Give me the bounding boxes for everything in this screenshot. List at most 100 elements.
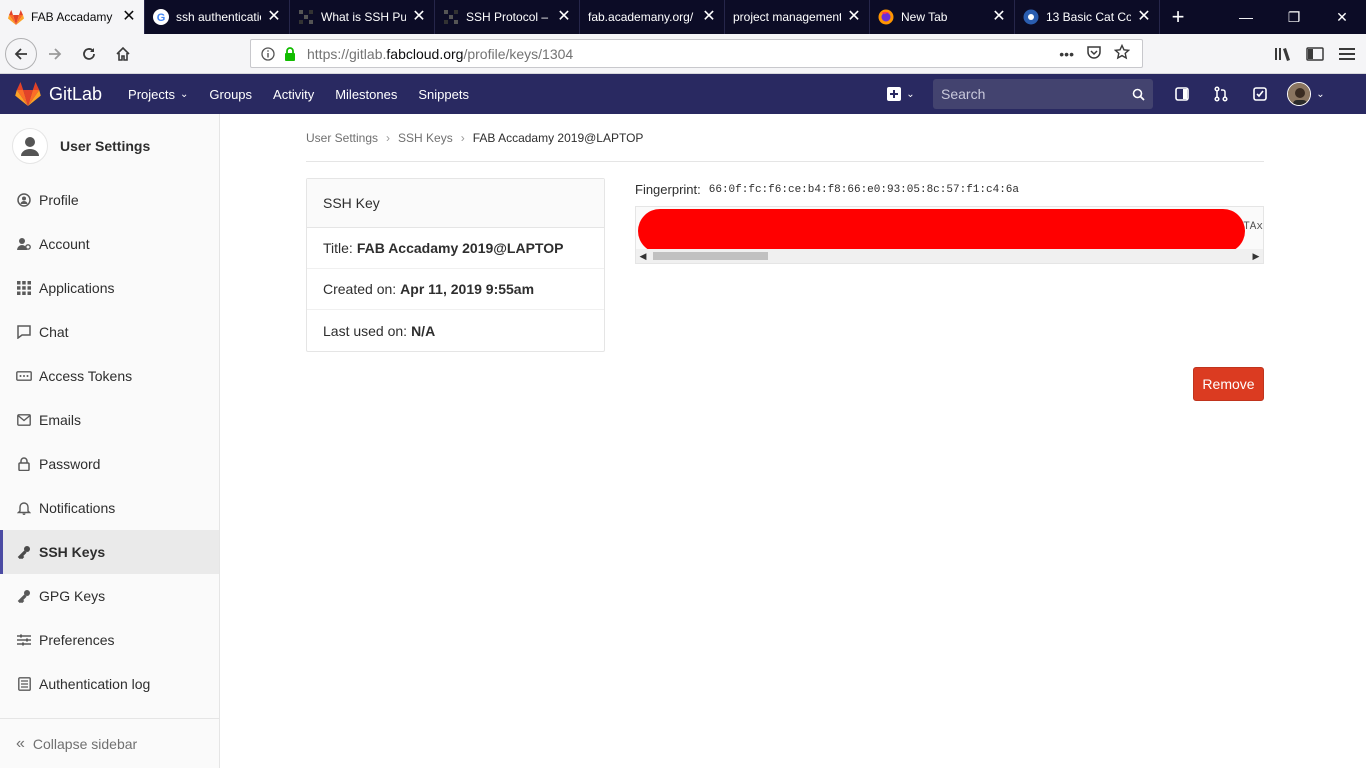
sidebar-item-emails[interactable]: Emails bbox=[0, 398, 219, 442]
home-button[interactable] bbox=[107, 38, 139, 70]
tab-6[interactable]: New Tab ✕ bbox=[870, 0, 1015, 34]
menu-groups[interactable]: Groups bbox=[209, 87, 252, 102]
fingerprint-label: Fingerprint: bbox=[635, 182, 701, 197]
close-icon[interactable]: ✕ bbox=[1137, 9, 1151, 25]
home-icon bbox=[116, 46, 130, 61]
merge-requests-button[interactable] bbox=[1206, 79, 1236, 109]
tab-1[interactable]: G ssh authentication ✕ bbox=[145, 0, 290, 34]
new-tab-button[interactable]: + bbox=[1160, 0, 1196, 34]
sidebar-toggle-icon[interactable] bbox=[1304, 43, 1326, 65]
sidebar-item-applications[interactable]: Applications bbox=[0, 266, 219, 310]
scroll-left-arrow-icon[interactable]: ◀ bbox=[636, 249, 650, 263]
tab-4[interactable]: fab.academany.org/ ✕ bbox=[580, 0, 725, 34]
todos-button[interactable] bbox=[1245, 79, 1275, 109]
sidebar-item-label: SSH Keys bbox=[39, 544, 106, 560]
user-menu-button[interactable]: ⌄ bbox=[1284, 79, 1328, 109]
more-actions-icon[interactable]: ••• bbox=[1059, 46, 1074, 62]
public-key-text[interactable]: TAx ◀ ▶ bbox=[635, 206, 1264, 264]
gitlab-logo[interactable]: GitLab bbox=[15, 82, 102, 106]
sidebar-item-label: Applications bbox=[39, 280, 115, 296]
breadcrumb-user-settings[interactable]: User Settings bbox=[306, 131, 378, 145]
close-icon[interactable]: ✕ bbox=[702, 9, 716, 25]
tab-2[interactable]: What is SSH Public Key ✕ bbox=[290, 0, 435, 34]
close-icon[interactable]: ✕ bbox=[847, 9, 861, 25]
url-prefix: https://gitlab. bbox=[307, 45, 387, 62]
back-button[interactable] bbox=[5, 37, 37, 70]
menu-snippets[interactable]: Snippets bbox=[418, 87, 469, 102]
scrollbar-thumb[interactable] bbox=[653, 252, 768, 260]
menu-milestones[interactable]: Milestones bbox=[335, 87, 397, 102]
reload-button[interactable] bbox=[73, 38, 105, 70]
sidebar-item-preferences[interactable]: Preferences bbox=[0, 618, 219, 662]
reload-icon bbox=[83, 47, 95, 60]
collapse-sidebar-button[interactable]: « Collapse sidebar bbox=[0, 718, 219, 768]
tab-5[interactable]: project management ✕ bbox=[725, 0, 870, 34]
close-icon[interactable]: ✕ bbox=[122, 9, 136, 25]
scroll-right-arrow-icon[interactable]: ▶ bbox=[1249, 249, 1263, 263]
new-item-button[interactable]: ⌄ bbox=[881, 79, 921, 109]
checkbox-icon bbox=[1253, 87, 1267, 101]
sidebar-item-label: Preferences bbox=[39, 632, 115, 648]
key-icon bbox=[16, 544, 32, 560]
pocket-icon[interactable] bbox=[1086, 45, 1102, 63]
close-icon[interactable]: ✕ bbox=[412, 9, 426, 25]
minimize-icon[interactable]: — bbox=[1222, 0, 1270, 34]
email-icon bbox=[16, 412, 32, 428]
library-icon[interactable] bbox=[1272, 43, 1294, 65]
sidebar-title: User Settings bbox=[60, 138, 151, 154]
sidebar-item-ssh-keys[interactable]: SSH Keys bbox=[0, 530, 219, 574]
sidebar-header[interactable]: User Settings bbox=[0, 114, 219, 178]
close-window-icon[interactable]: ✕ bbox=[1318, 0, 1366, 34]
tab-0[interactable]: FAB Accadamy 2019@LAPTOP ✕ bbox=[0, 0, 145, 34]
chevron-down-icon: ⌄ bbox=[180, 88, 189, 100]
menu-activity[interactable]: Activity bbox=[273, 87, 314, 102]
sidebar-item-label: Account bbox=[39, 236, 90, 252]
tab-3[interactable]: SSH Protocol – SSH ✕ bbox=[435, 0, 580, 34]
sidebar-item-chat[interactable]: Chat bbox=[0, 310, 219, 354]
key-created-label: Created on: bbox=[323, 281, 397, 297]
close-icon[interactable]: ✕ bbox=[992, 9, 1006, 25]
tab-label: 13 Basic Cat Commands bbox=[1046, 10, 1131, 24]
search-input[interactable] bbox=[941, 86, 1132, 102]
sidebar-item-profile[interactable]: Profile bbox=[0, 178, 219, 222]
google-icon: G bbox=[153, 9, 169, 25]
chevron-right-icon: › bbox=[386, 130, 391, 145]
menu-icon[interactable] bbox=[1336, 43, 1358, 65]
info-icon[interactable] bbox=[259, 46, 277, 61]
lock-icon[interactable] bbox=[281, 46, 299, 61]
breadcrumb-ssh-keys[interactable]: SSH Keys bbox=[398, 131, 453, 145]
breadcrumb-current[interactable]: FAB Accadamy 2019@LAPTOP bbox=[473, 131, 644, 145]
sidebar-item-access-tokens[interactable]: Access Tokens bbox=[0, 354, 219, 398]
profile-icon bbox=[16, 192, 32, 208]
breadcrumb: User Settings › SSH Keys › FAB Accadamy … bbox=[306, 114, 1264, 162]
menu-projects[interactable]: Projects ⌄ bbox=[128, 87, 188, 102]
search-icon[interactable] bbox=[1132, 88, 1145, 101]
url-bar[interactable]: https://gitlab.fabcloud.org/profile/keys… bbox=[250, 39, 1143, 68]
tab-7[interactable]: 13 Basic Cat Commands ✕ bbox=[1015, 0, 1160, 34]
menu-label: Projects bbox=[128, 86, 176, 102]
bookmark-star-icon[interactable] bbox=[1113, 43, 1131, 63]
key-title-value: FAB Accadamy 2019@LAPTOP bbox=[356, 240, 564, 256]
key-title-row: Title: FAB Accadamy 2019@LAPTOP bbox=[307, 228, 604, 269]
sidebar-item-authentication-log[interactable]: Authentication log bbox=[0, 662, 219, 706]
remove-key-button[interactable]: Remove bbox=[1193, 367, 1264, 401]
fingerprint-value: 66:0f:fc:f6:ce:b4:f8:66:e0:93:05:8c:57:f… bbox=[708, 183, 1020, 196]
arrow-right-icon bbox=[49, 47, 62, 60]
url-path: /profile/keys/1304 bbox=[463, 45, 574, 62]
ssh-site-icon bbox=[298, 9, 314, 25]
restore-icon[interactable]: ❐ bbox=[1270, 0, 1318, 34]
todo-sidebar-toggle[interactable] bbox=[1167, 79, 1197, 109]
horizontal-scrollbar[interactable]: ◀ ▶ bbox=[636, 249, 1263, 263]
close-icon[interactable]: ✕ bbox=[557, 9, 571, 25]
tab-label: project management bbox=[733, 10, 841, 24]
sidebar-item-account[interactable]: Account bbox=[0, 222, 219, 266]
sidebar-item-password[interactable]: Password bbox=[0, 442, 219, 486]
sidebar-item-gpg-keys[interactable]: GPG Keys bbox=[0, 574, 219, 618]
sidebar-panel-icon bbox=[1175, 87, 1189, 101]
key-title-label: Title: bbox=[323, 240, 353, 256]
sliders-icon bbox=[16, 632, 32, 648]
firefox-icon bbox=[878, 9, 894, 25]
forward-button[interactable] bbox=[39, 38, 71, 70]
sidebar-item-notifications[interactable]: Notifications bbox=[0, 486, 219, 530]
close-icon[interactable]: ✕ bbox=[267, 9, 281, 25]
